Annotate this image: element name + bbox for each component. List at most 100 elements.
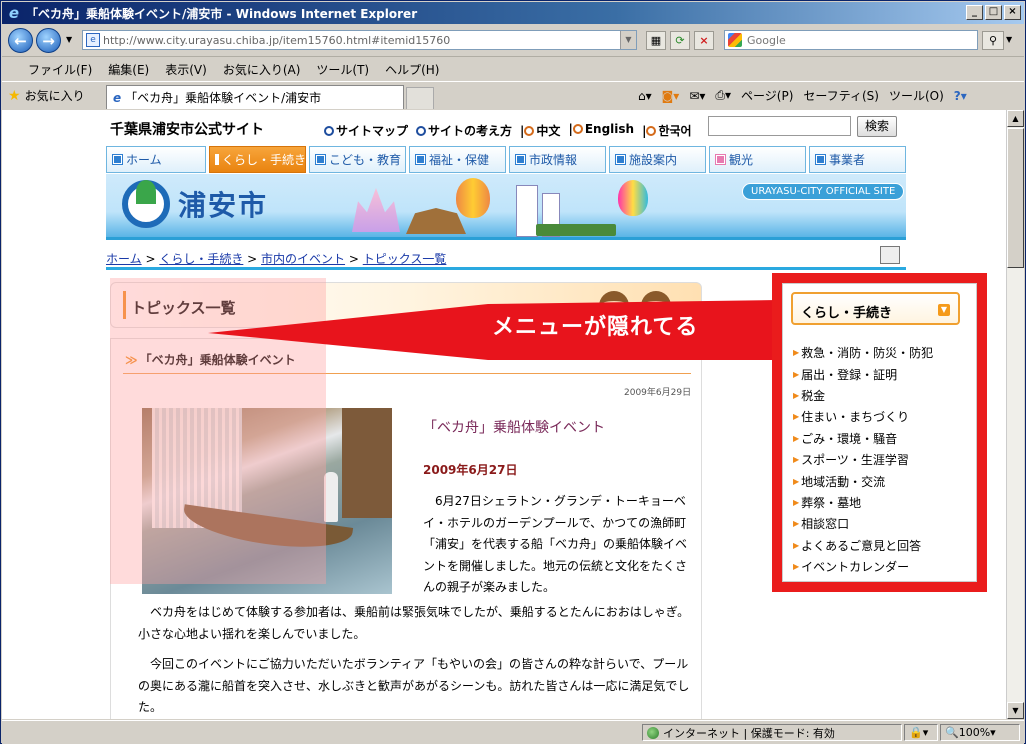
ie-icon: e — [8, 4, 20, 22]
address-text: http://www.city.urayasu.chiba.jp/item157… — [103, 33, 451, 47]
callout-text: メニューが隠れてる — [492, 315, 699, 340]
menu-file[interactable]: ファイル(F) — [20, 61, 100, 78]
dropdown-icon: ▼ — [938, 304, 950, 316]
scroll-thumb[interactable] — [1007, 128, 1024, 268]
site-search-input[interactable] — [708, 116, 851, 136]
tab-label: 「ベカ舟」乗船体験イベント/浦安市 — [125, 91, 322, 105]
article-title: 「ベカ舟」乗船体験イベント — [423, 420, 605, 436]
site-policy-link[interactable]: サイトの考え方 — [416, 122, 512, 139]
global-nav: ホーム くらし・手続き こども・教育 福祉・保健 市政情報 施設案内 観光 事業… — [106, 146, 906, 173]
lang-english-link[interactable]: | English — [568, 122, 634, 139]
star-icon: ★ — [8, 87, 21, 104]
side-menu-item[interactable]: ▶ 相談窓口 — [793, 513, 933, 534]
bullet-icon — [416, 126, 427, 136]
castle-illustration — [352, 188, 400, 232]
search-dropdown-icon[interactable]: ▼ — [1006, 35, 1012, 44]
nav-city-info[interactable]: 市政情報 — [509, 146, 606, 173]
nav-home[interactable]: ホーム — [106, 146, 206, 173]
breadcrumb-home[interactable]: ホーム — [106, 252, 142, 266]
scroll-down-icon[interactable]: ▼ — [1007, 702, 1024, 719]
side-menu-item[interactable]: ▶ 地域活動・交流 — [793, 470, 933, 491]
side-menu-item[interactable]: ▶ よくあるご意見と回答 — [793, 535, 933, 556]
nav-business[interactable]: 事業者 — [809, 146, 906, 173]
side-menu-item[interactable]: ▶ 届出・登録・証明 — [793, 363, 933, 384]
side-menu-item[interactable]: ▶ 葬祭・墓地 — [793, 492, 933, 513]
menu-tools[interactable]: ツール(T) — [308, 61, 377, 78]
triangle-icon: ▶ — [793, 540, 800, 550]
page-viewport: 千葉県浦安市公式サイト サイトマップ サイトの考え方 | 中文 | English … — [2, 110, 1006, 719]
nav-living[interactable]: くらし・手続き — [209, 146, 306, 173]
site-search-button[interactable]: 検索 — [857, 116, 897, 137]
printer-icon[interactable] — [880, 246, 900, 264]
safety-menu[interactable]: セーフティ(S) — [803, 87, 879, 104]
nav-children[interactable]: こども・教育 — [309, 146, 406, 173]
tab-current[interactable]: e 「ベカ舟」乗船体験イベント/浦安市 — [106, 85, 404, 109]
scroll-up-icon[interactable]: ▲ — [1007, 110, 1024, 127]
address-dropdown-icon[interactable]: ▼ — [620, 31, 636, 49]
triangle-icon: ▶ — [793, 433, 800, 443]
back-button[interactable]: ← — [8, 28, 33, 53]
nav-facilities[interactable]: 施設案内 — [609, 146, 706, 173]
minimize-button[interactable]: _ — [966, 5, 983, 20]
nav-welfare[interactable]: 福祉・保健 — [409, 146, 506, 173]
side-menu-header[interactable]: くらし・手続き ▼ — [791, 292, 960, 325]
balloon-illustration — [456, 178, 490, 218]
lang-korean-link[interactable]: | 한국어 — [642, 122, 692, 139]
lang-chinese-link[interactable]: | 中文 — [520, 122, 560, 139]
breadcrumb-events[interactable]: 市内のイベント — [261, 252, 345, 266]
ie-page-icon: e — [113, 90, 122, 105]
breadcrumb-living[interactable]: くらし・手続き — [159, 252, 243, 266]
history-dropdown-icon[interactable]: ▼ — [66, 35, 72, 44]
close-button[interactable]: × — [1004, 5, 1021, 20]
logo-text: 浦安市 — [178, 189, 269, 222]
new-tab-button[interactable] — [406, 87, 434, 109]
official-site-badge: URAYASU-CITY OFFICIAL SITE — [742, 183, 905, 200]
side-menu-item[interactable]: ▶ イベントカレンダー — [793, 556, 933, 577]
square-icon — [515, 154, 526, 165]
article-date: 2009年6月27日 — [423, 463, 518, 477]
triangle-icon: ▶ — [793, 412, 800, 422]
help-icon[interactable]: ?▾ — [954, 89, 967, 103]
stop-icon[interactable]: × — [694, 31, 714, 50]
city-logo[interactable]: 浦安市 — [122, 180, 268, 228]
refresh-icon[interactable]: ⟳ — [670, 31, 690, 50]
boat-illustration — [536, 224, 616, 236]
publish-date: 2009年6月29日 — [624, 388, 692, 398]
menu-view[interactable]: 表示(V) — [157, 61, 215, 78]
maximize-button[interactable]: □ — [985, 5, 1002, 20]
mail-icon[interactable]: ✉▾ — [689, 89, 705, 103]
side-menu-item[interactable]: ▶ スポーツ・生涯学習 — [793, 449, 933, 470]
bullet-icon — [324, 126, 334, 136]
protected-mode-icon[interactable]: 🔒▾ — [904, 724, 938, 741]
side-menu-item[interactable]: ▶ ごみ・環境・騒音 — [793, 428, 933, 449]
zoom-control[interactable]: 🔍 100% ▾ — [940, 724, 1020, 741]
address-bar[interactable]: e http://www.city.urayasu.chiba.jp/item1… — [82, 30, 637, 50]
breadcrumb-topics[interactable]: トピックス一覧 — [363, 252, 447, 266]
vertical-scrollbar[interactable]: ▲ ▼ — [1006, 110, 1024, 719]
search-icon[interactable]: ⚲ — [982, 31, 1004, 50]
balloon-illustration — [618, 180, 648, 216]
menu-help[interactable]: ヘルプ(H) — [377, 61, 447, 78]
home-icon[interactable]: ⌂▾ — [638, 89, 652, 103]
menu-edit[interactable]: 編集(E) — [100, 61, 157, 78]
google-icon — [728, 33, 742, 47]
compat-view-icon[interactable]: ▦ — [646, 31, 666, 50]
page-menu[interactable]: ページ(P) — [741, 87, 793, 104]
square-icon — [112, 154, 123, 165]
menu-favorites[interactable]: お気に入り(A) — [215, 61, 309, 78]
article-paragraph: 今回このイベントにご協力いただいたボランティア「もやいの会」の皆さんの粋な計らい… — [138, 657, 690, 714]
side-menu-item[interactable]: ▶ 税金 — [793, 385, 933, 406]
favorites-button[interactable]: ★ お気に入り — [8, 87, 85, 104]
bullet-icon — [524, 126, 535, 136]
forward-button[interactable]: → — [36, 28, 61, 53]
feeds-icon[interactable]: ◙▾ — [662, 89, 680, 103]
side-menu-item[interactable]: ▶ 住まい・まちづくり — [793, 406, 933, 427]
print-icon[interactable]: ⎙▾ — [715, 88, 731, 103]
tools-menu[interactable]: ツール(O) — [889, 87, 944, 104]
sitemap-link[interactable]: サイトマップ — [324, 122, 408, 139]
search-input[interactable]: Google — [724, 30, 978, 50]
nav-tourism[interactable]: 観光 — [709, 146, 806, 173]
triangle-icon: ▶ — [793, 369, 800, 379]
square-icon — [815, 154, 826, 165]
side-menu-item[interactable]: ▶ 救急・消防・防災・防犯 — [793, 342, 933, 363]
